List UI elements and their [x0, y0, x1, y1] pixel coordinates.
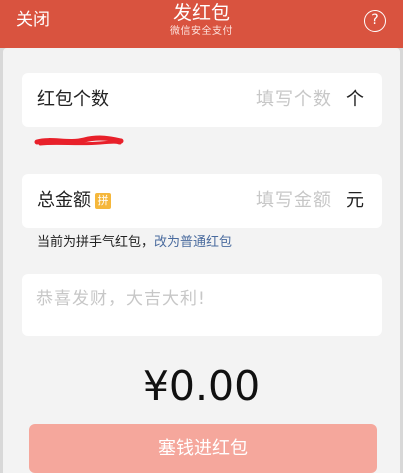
total-amount-display: ¥0.00 [142, 362, 261, 410]
red-packet-window: 关闭 发红包 微信安全支付 ? 红包个数 填写个数 个 总金额拼 填写金额 元 … [0, 0, 403, 473]
help-icon[interactable]: ? [364, 10, 386, 32]
switch-to-normal-link[interactable]: 改为普通红包 [154, 235, 232, 250]
header-bar: 关闭 发红包 微信安全支付 ? [0, 0, 403, 48]
form-area: 红包个数 填写个数 个 总金额拼 填写金额 元 当前为拼手气红包，改为普通红包 … [3, 48, 400, 473]
packet-type-hint-text: 当前为拼手气红包， [37, 235, 155, 250]
greeting-input[interactable]: 恭喜发财，大吉大利! [36, 288, 206, 310]
packet-count-unit: 个 [346, 89, 364, 110]
packet-count-field[interactable]: 红包个数 填写个数 个 [22, 73, 382, 127]
total-amount-input[interactable]: 填写金额 [256, 188, 332, 214]
page-title: 发红包 [172, 2, 230, 24]
total-amount-label-text: 总金额 [37, 190, 91, 211]
title-group: 发红包 微信安全支付 [0, 1, 403, 38]
packet-count-label: 红包个数 [37, 89, 109, 110]
total-amount-field[interactable]: 总金额拼 填写金额 元 [22, 174, 382, 228]
greeting-field[interactable]: 恭喜发财，大吉大利! [22, 274, 382, 336]
redaction-scribble [34, 135, 124, 146]
lucky-pin-icon: 拼 [95, 193, 111, 209]
submit-button[interactable]: 塞钱进红包 [29, 424, 377, 473]
packet-type-hint: 当前为拼手气红包，改为普通红包 [37, 234, 232, 252]
total-amount-label: 总金额拼 [37, 188, 111, 214]
total-amount-unit: 元 [346, 190, 364, 211]
packet-count-input[interactable]: 填写个数 [256, 87, 332, 113]
page-subtitle: 微信安全支付 [170, 26, 233, 37]
